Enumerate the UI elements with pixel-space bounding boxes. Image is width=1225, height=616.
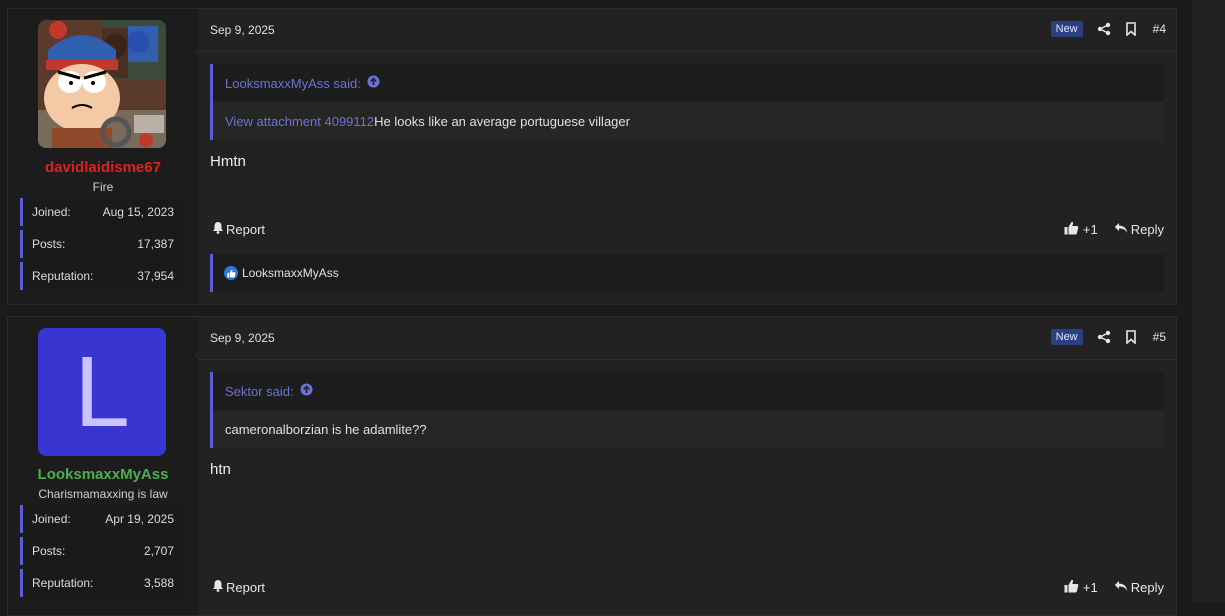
post-top-actions: New #5	[1050, 328, 1166, 346]
reactions-bar[interactable]: LooksmaxxMyAss	[210, 254, 1164, 292]
quote-header: LooksmaxxMyAss said:	[213, 64, 1164, 102]
stat-label: Joined:	[32, 205, 71, 219]
report-label: Report	[226, 579, 266, 595]
user-title: Charismamaxxing is law	[38, 487, 168, 501]
quote-block: LooksmaxxMyAss said: View attachment 409…	[210, 64, 1164, 140]
post-footer-actions: +1 Reply	[1064, 221, 1164, 238]
post-date[interactable]: Sep 9, 2025	[210, 23, 275, 37]
like-count: +1	[1082, 222, 1098, 237]
stat-value: 3,588	[143, 576, 174, 590]
avatar[interactable]: L	[38, 328, 166, 456]
cartoon-avatar-image	[38, 20, 166, 148]
stat-reputation: Reputation: 37,954	[20, 262, 184, 290]
post-5: L LooksmaxxMyAss Charismamaxxing is law …	[7, 316, 1177, 616]
reply-button[interactable]: Reply	[1114, 222, 1164, 237]
thumbs-up-icon	[1064, 221, 1079, 238]
post-message: htn	[210, 461, 231, 478]
post-message: Hmtn	[210, 153, 246, 170]
reply-button[interactable]: Reply	[1114, 580, 1164, 595]
user-info-cell: L LooksmaxxMyAss Charismamaxxing is law …	[8, 317, 198, 615]
post-top-actions: New #4	[1050, 20, 1166, 38]
stat-label: Posts:	[32, 544, 66, 558]
quote-header: Sektor said:	[213, 372, 1164, 410]
arrow-up-circle-icon[interactable]	[300, 383, 313, 399]
post-main-cell: Sep 9, 2025 New #5 Sektor said: camerona…	[198, 317, 1176, 615]
report-button[interactable]: Report	[212, 579, 265, 595]
reply-label: Reply	[1130, 580, 1164, 595]
share-icon[interactable]	[1095, 20, 1113, 38]
quote-text: He looks like an average portuguese vill…	[374, 113, 630, 129]
stat-label: Reputation:	[32, 269, 94, 283]
stat-joined: Joined: Apr 19, 2025	[20, 505, 184, 533]
arrow-up-circle-icon[interactable]	[367, 75, 380, 91]
report-button[interactable]: Report	[212, 221, 265, 237]
avatar[interactable]	[38, 20, 166, 148]
user-info-cell: davidlaidisme67 Fire Joined: Aug 15, 202…	[8, 9, 198, 304]
post-main-cell: Sep 9, 2025 New #4 LooksmaxxMyAss said: …	[198, 9, 1176, 304]
quote-author[interactable]: LooksmaxxMyAss said:	[225, 76, 361, 91]
like-button[interactable]: +1	[1064, 221, 1098, 238]
stat-posts: Posts: 2,707	[20, 537, 184, 565]
stat-value: 37,954	[137, 269, 174, 283]
like-count: +1	[1082, 580, 1098, 595]
bell-icon	[212, 579, 224, 595]
stat-reputation: Reputation: 3,588	[20, 569, 184, 597]
quote-block: Sektor said: cameronalborzian is he adam…	[210, 372, 1164, 448]
report-label: Report	[226, 221, 266, 237]
stat-value: 17,387	[137, 237, 174, 251]
like-reaction-icon	[224, 266, 238, 280]
page-scroll-gutter	[1192, 0, 1225, 602]
stat-label: Reputation:	[32, 576, 94, 590]
post-footer-actions: +1 Reply	[1064, 579, 1164, 596]
stat-posts: Posts: 17,387	[20, 230, 184, 258]
quote-content: cameronalborzian is he adamlite??	[213, 410, 1164, 448]
stat-label: Posts:	[32, 237, 66, 251]
post-number-link[interactable]: #5	[1153, 330, 1166, 344]
stat-value: 2,707	[143, 544, 174, 558]
stat-value: Apr 19, 2025	[105, 512, 174, 526]
reply-arrow-icon	[1114, 222, 1128, 237]
stat-label: Joined:	[32, 512, 71, 526]
post-number-link[interactable]: #4	[1153, 22, 1166, 36]
share-icon[interactable]	[1095, 328, 1113, 346]
stat-value: Aug 15, 2023	[102, 205, 174, 219]
post-4: davidlaidisme67 Fire Joined: Aug 15, 202…	[7, 8, 1177, 305]
quote-content: View attachment 4099112 He looks like an…	[213, 102, 1164, 140]
attachment-link[interactable]: View attachment 4099112	[225, 114, 374, 129]
quote-text: cameronalborzian is he adamlite??	[225, 421, 427, 437]
header-divider	[198, 51, 1176, 52]
bookmark-icon[interactable]	[1122, 20, 1140, 38]
new-badge: New	[1050, 329, 1083, 345]
stat-joined: Joined: Aug 15, 2023	[20, 198, 184, 226]
new-badge: New	[1050, 21, 1083, 37]
thumbs-up-icon	[1064, 579, 1079, 596]
bookmark-icon[interactable]	[1122, 328, 1140, 346]
reply-arrow-icon	[1114, 580, 1128, 595]
like-button[interactable]: +1	[1064, 579, 1098, 596]
bell-icon	[212, 221, 224, 237]
username[interactable]: LooksmaxxMyAss	[8, 466, 198, 483]
header-divider	[198, 359, 1176, 360]
username[interactable]: davidlaidisme67	[8, 159, 198, 176]
user-title: Fire	[92, 180, 114, 194]
reaction-users[interactable]: LooksmaxxMyAss	[242, 266, 339, 280]
quote-author[interactable]: Sektor said:	[225, 384, 294, 399]
post-date[interactable]: Sep 9, 2025	[210, 331, 275, 345]
reply-label: Reply	[1130, 222, 1164, 237]
